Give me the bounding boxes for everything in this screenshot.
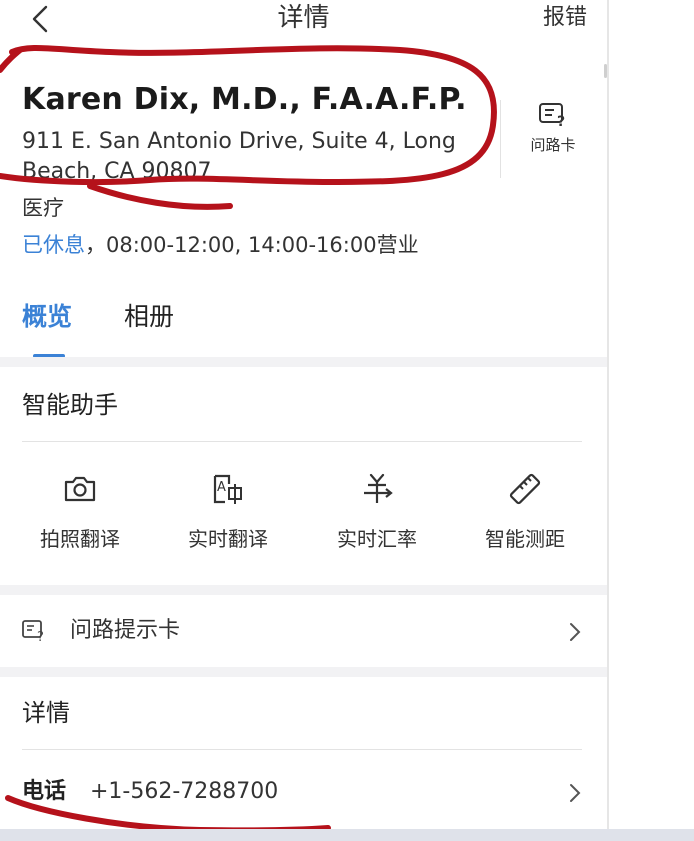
tool-label: 拍照翻译	[40, 527, 120, 551]
hours-times: 08:00-12:00, 14:00-16:00营业	[106, 233, 419, 257]
phone-number[interactable]: +1-562-7288700	[90, 776, 278, 808]
tab-bar: 概览 相册	[0, 295, 607, 359]
tool-label: 实时翻译	[188, 527, 268, 551]
business-hours: 已休息，08:00-12:00, 14:00-16:00营业	[22, 231, 419, 259]
hours-status: 已休息	[22, 233, 85, 257]
assistant-title: 智能助手	[22, 391, 118, 419]
vertical-divider	[500, 100, 501, 178]
report-error-button[interactable]: 报错	[543, 2, 587, 34]
assistant-tools: 拍照翻译 A 实时翻译 实时汇率 智能测距	[0, 470, 607, 570]
chevron-right-icon	[570, 784, 581, 802]
top-bar: 详情 报错	[0, 0, 607, 44]
ask-card-icon: ?	[539, 103, 565, 128]
live-translate-button[interactable]: A 实时翻译	[163, 470, 293, 553]
place-name: Karen Dix, M.D., F.A.A.F.P.	[22, 82, 467, 117]
place-address: 911 E. San Antonio Drive, Suite 4, Long …	[22, 129, 456, 184]
panel-edge	[607, 0, 609, 841]
ask-tips-label: 问路提示卡	[70, 618, 181, 643]
details-title: 详情	[22, 699, 70, 727]
page-title: 详情	[277, 3, 330, 33]
tool-label: 智能测距	[485, 527, 565, 551]
ask-card-label: 问路卡	[530, 136, 576, 154]
svg-text:?: ?	[37, 630, 44, 643]
translate-icon: A	[213, 474, 242, 504]
section-separator	[0, 585, 607, 595]
divider	[22, 441, 582, 442]
ask-direction-card-button[interactable]: ? 问路卡	[514, 102, 592, 162]
bottom-strip	[0, 829, 694, 841]
ask-card-icon: ?	[22, 620, 44, 643]
photo-translate-button[interactable]: 拍照翻译	[15, 470, 145, 553]
divider	[22, 749, 582, 750]
svg-text:?: ?	[557, 114, 565, 128]
svg-text:A: A	[217, 480, 226, 495]
exchange-rate-button[interactable]: 实时汇率	[312, 470, 442, 553]
currency-icon	[364, 473, 393, 503]
place-category: 医疗	[22, 196, 64, 220]
hours-separator: ，	[85, 233, 106, 257]
tab-album[interactable]: 相册	[124, 295, 174, 339]
ruler-icon	[509, 473, 541, 505]
ask-tips-card-row[interactable]: ? 问路提示卡	[0, 597, 607, 667]
camera-icon	[64, 476, 96, 502]
section-separator	[0, 667, 607, 677]
tab-overview[interactable]: 概览	[22, 295, 72, 339]
tool-label: 实时汇率	[337, 527, 417, 551]
phone-label: 电话	[22, 779, 67, 804]
smart-distance-button[interactable]: 智能测距	[460, 470, 590, 553]
place-detail-screen: 详情 报错 Karen Dix, M.D., F.A.A.F.P. 911 E.…	[0, 0, 607, 841]
chevron-right-icon	[570, 623, 581, 641]
section-separator	[0, 357, 607, 367]
